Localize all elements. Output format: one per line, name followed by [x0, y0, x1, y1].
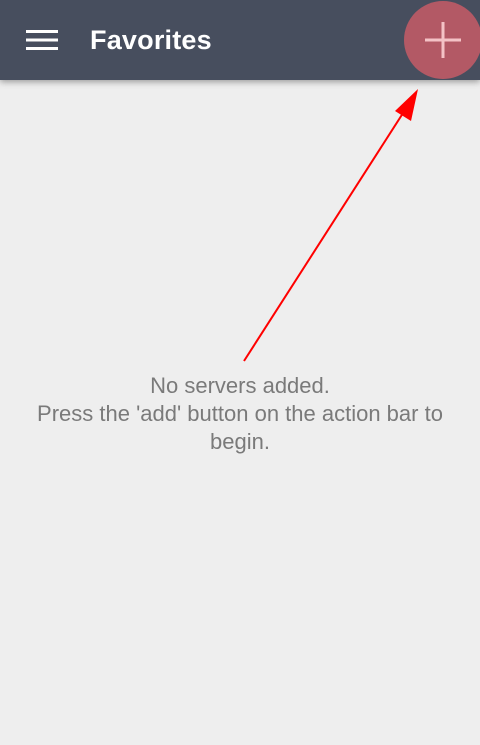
empty-state-line-3: begin. [210, 429, 270, 454]
action-bar: Favorites [0, 0, 480, 80]
hamburger-menu-icon [26, 30, 58, 50]
annotation-arrowhead [395, 89, 418, 121]
empty-state-line-1: No servers added. [150, 373, 330, 398]
favorites-screen: Favorites No servers added. Press the 'a… [0, 0, 480, 745]
empty-state-message: No servers added. Press the 'add' button… [0, 372, 480, 456]
menu-button[interactable] [18, 20, 66, 60]
annotation-arrow-line [243, 109, 406, 362]
add-server-button[interactable] [404, 1, 480, 79]
empty-state-line-2: Press the 'add' button on the action bar… [37, 401, 443, 426]
plus-icon [425, 22, 461, 58]
page-title: Favorites [90, 25, 212, 55]
